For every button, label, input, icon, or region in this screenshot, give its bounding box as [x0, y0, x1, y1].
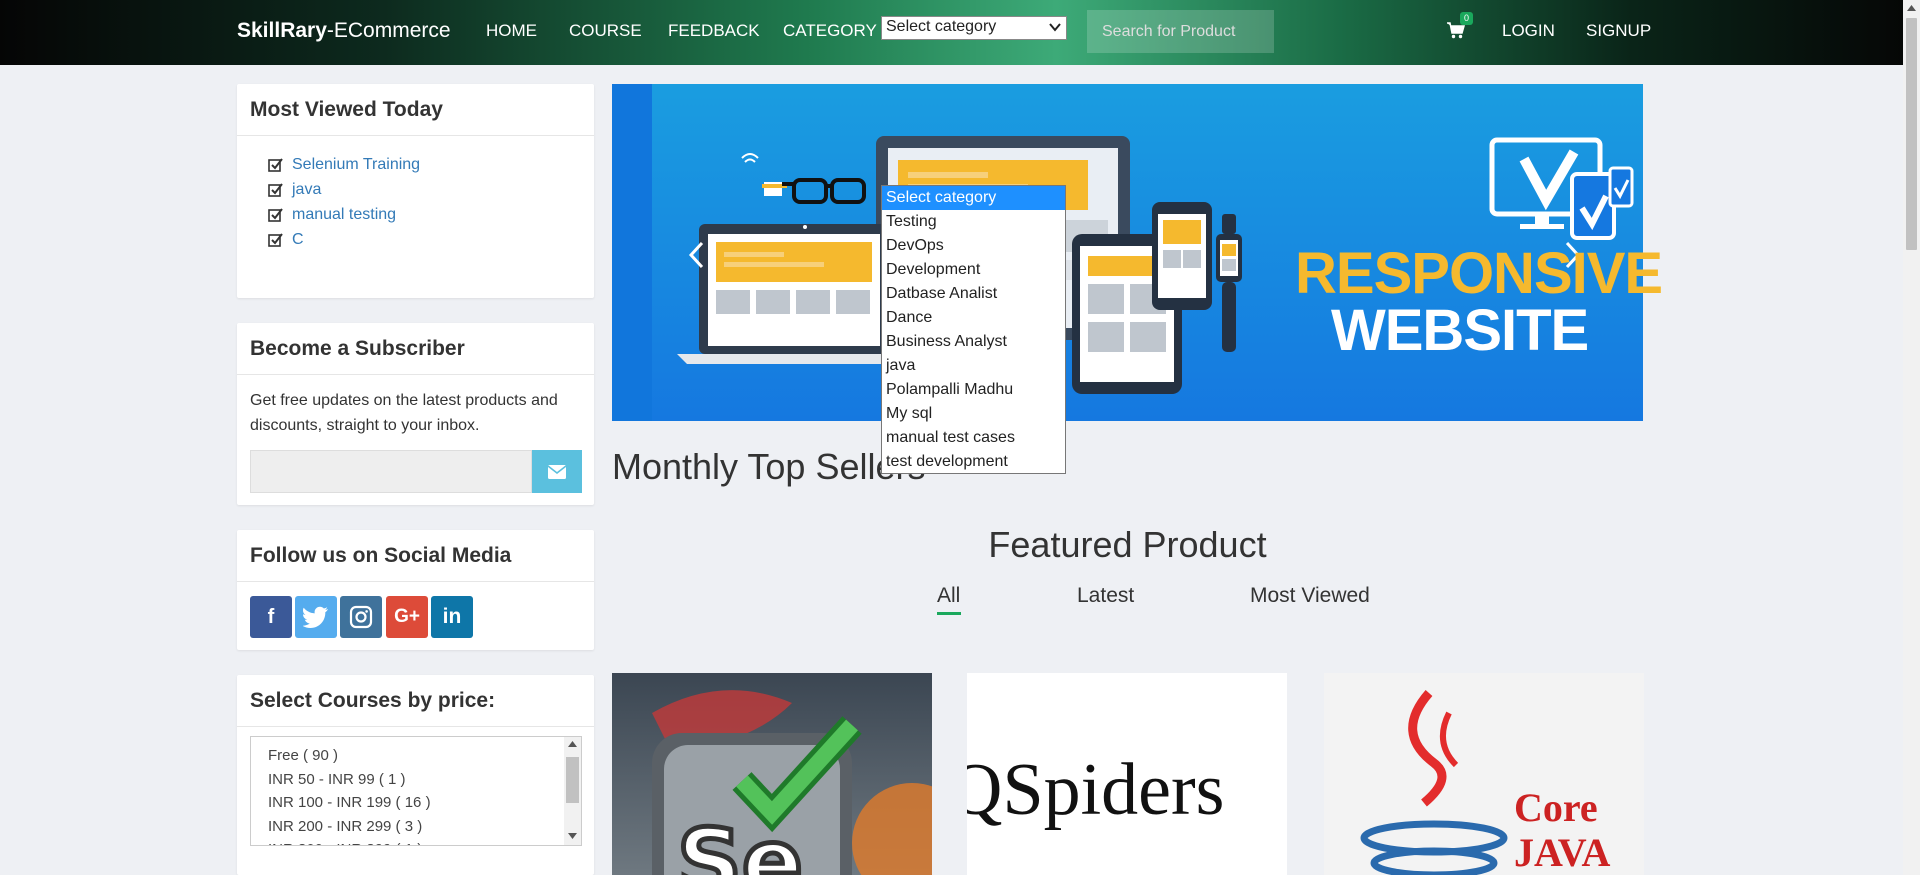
carousel-indicator-dot[interactable]	[1118, 362, 1130, 374]
tab-latest[interactable]: Latest	[1077, 584, 1134, 608]
most-viewed-title: Most Viewed Today	[237, 84, 594, 136]
category-option[interactable]: Development	[882, 258, 1065, 282]
scroll-down-arrow-icon[interactable]	[568, 833, 577, 839]
instagram-icon[interactable]	[340, 596, 382, 638]
featured-product-heading: Featured Product	[988, 524, 1267, 565]
checkbox-checked-icon	[268, 232, 283, 247]
list-item: manual testing	[268, 202, 594, 227]
brand-bold: SkillRary	[237, 19, 327, 42]
social-title: Follow us on Social Media	[237, 530, 594, 582]
price-listbox[interactable]: Free ( 90 ) INR 50 - INR 99 ( 1 ) INR 10…	[250, 736, 582, 846]
facebook-icon[interactable]: f	[250, 596, 292, 638]
category-option[interactable]: test development	[882, 450, 1065, 474]
login-link[interactable]: LOGIN	[1502, 21, 1555, 41]
page-scroll-thumb[interactable]	[1906, 18, 1917, 250]
top-navbar: SkillRary-ECommerce HOME COURSE FEEDBACK…	[0, 0, 1920, 65]
cart-count-badge: 0	[1460, 12, 1473, 25]
email-field[interactable]	[250, 450, 532, 493]
most-viewed-link[interactable]: java	[292, 181, 321, 199]
core-java-text-2: JAVA	[1514, 830, 1611, 875]
search-input[interactable]: Search for Product	[1087, 10, 1274, 53]
product-card-selenium[interactable]: Se	[612, 673, 932, 875]
twitter-bird-glyph	[303, 606, 328, 628]
most-viewed-link[interactable]: C	[292, 231, 304, 249]
linkedin-icon[interactable]: in	[431, 596, 473, 638]
active-tab-underline	[937, 612, 961, 615]
category-option[interactable]: My sql	[882, 402, 1065, 426]
qspiders-logo-text: QSpiders	[967, 749, 1225, 831]
checkbox-checked-icon	[268, 207, 283, 222]
category-select[interactable]: Select category	[881, 16, 1067, 40]
carousel-prev-icon[interactable]	[688, 241, 704, 269]
list-item: java	[268, 177, 594, 202]
brand-logo[interactable]: SkillRary-ECommerce	[237, 19, 451, 43]
nav-category[interactable]: CATEGORY	[783, 21, 877, 41]
category-option[interactable]: Testing	[882, 210, 1065, 234]
carousel-headline-2: WEBSITE	[1331, 298, 1589, 363]
category-option[interactable]: Datbase Analist	[882, 282, 1065, 306]
category-option[interactable]: manual test cases	[882, 426, 1065, 450]
category-option[interactable]: Dance	[882, 306, 1065, 330]
product-card-core-java[interactable]: Core JAVA	[1324, 673, 1644, 875]
envelope-icon	[548, 464, 566, 479]
page-scrollbar[interactable]	[1903, 0, 1920, 875]
nav-home[interactable]: HOME	[486, 21, 537, 41]
google-plus-icon[interactable]: G+	[386, 596, 428, 638]
tab-most-viewed[interactable]: Most Viewed	[1250, 584, 1370, 608]
category-select-value: Select category	[886, 18, 997, 35]
price-option[interactable]: INR 50 - INR 99 ( 1 )	[251, 768, 581, 792]
twitter-icon[interactable]	[295, 596, 337, 638]
instagram-camera-glyph	[349, 605, 373, 629]
signup-link[interactable]: SIGNUP	[1586, 21, 1651, 41]
core-java-text-1: Core	[1514, 785, 1598, 830]
price-scrollbar[interactable]	[564, 737, 581, 845]
scroll-up-arrow-icon[interactable]	[1907, 5, 1916, 11]
most-viewed-link[interactable]: manual testing	[292, 206, 396, 224]
most-viewed-link[interactable]: Selenium Training	[292, 156, 420, 174]
subscriber-panel: Become a Subscriber Get free updates on …	[237, 323, 594, 505]
price-option[interactable]: INR 200 - INR 299 ( 3 )	[251, 815, 581, 839]
checkbox-checked-icon	[268, 157, 283, 172]
price-panel: Select Courses by price: Free ( 90 ) INR…	[237, 675, 594, 875]
category-option[interactable]: Select category	[882, 186, 1065, 210]
category-dropdown-list[interactable]: Select category Testing DevOps Developme…	[881, 185, 1066, 474]
monthly-top-sellers-heading: Monthly Top Sellers	[612, 446, 926, 487]
most-viewed-panel: Most Viewed Today Selenium Training java…	[237, 84, 594, 298]
most-viewed-list: Selenium Training java manual testing C	[237, 136, 594, 252]
subscriber-title: Become a Subscriber	[237, 323, 594, 375]
nav-feedback[interactable]: FEEDBACK	[668, 21, 760, 41]
category-option[interactable]: DevOps	[882, 234, 1065, 258]
list-item: Selenium Training	[268, 152, 594, 177]
price-option[interactable]: INR 100 - INR 199 ( 16 )	[251, 791, 581, 815]
price-title: Select Courses by price:	[237, 675, 594, 727]
selenium-logo-text: Se	[675, 810, 806, 875]
subscriber-text: Get free updates on the latest products …	[250, 392, 558, 434]
checkbox-checked-icon	[268, 182, 283, 197]
category-option[interactable]: Business Analyst	[882, 330, 1065, 354]
carousel-indicator-dot[interactable]	[1102, 362, 1114, 374]
list-item: C	[268, 227, 594, 252]
product-card-qspiders[interactable]: QSpiders	[967, 673, 1287, 875]
scroll-up-arrow-icon[interactable]	[568, 741, 577, 747]
tab-all[interactable]: All	[937, 584, 960, 608]
nav-course[interactable]: COURSE	[569, 21, 642, 41]
category-option[interactable]: Polampalli Madhu	[882, 378, 1065, 402]
price-option[interactable]: Free ( 90 )	[251, 744, 581, 768]
price-scroll-thumb[interactable]	[566, 757, 579, 803]
price-option[interactable]: INR 300 - INR 399 ( 1 )	[251, 838, 581, 845]
carousel-indicator-active-dot[interactable]	[1134, 361, 1148, 375]
carousel-indicators	[1102, 361, 1148, 375]
category-option[interactable]: java	[882, 354, 1065, 378]
chevron-down-icon	[1049, 23, 1061, 32]
subscribe-button[interactable]	[532, 450, 582, 493]
brand-rest: -ECommerce	[326, 19, 451, 42]
